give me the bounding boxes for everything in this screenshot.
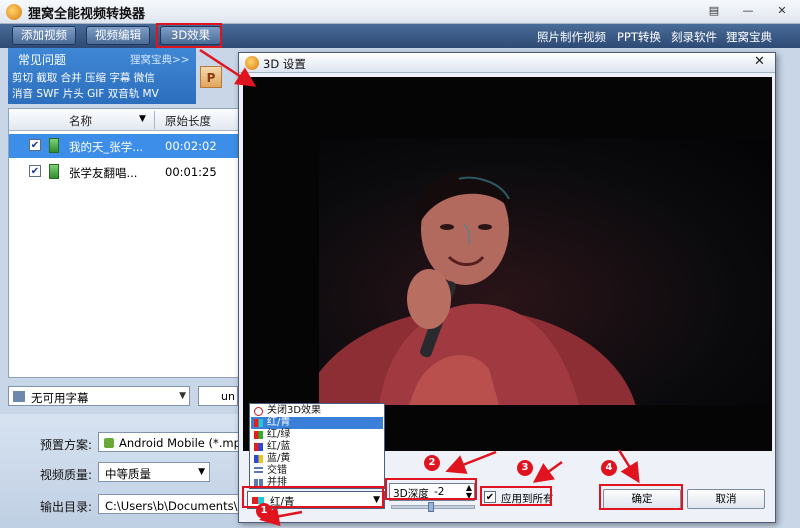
effect-option-label: 蓝/黄 <box>267 453 291 464</box>
toolbar: 添加视频 视频编辑 3D效果 照片制作视频 PPT转换 刻录软件 狸窝宝典 <box>0 24 800 48</box>
annotation-badge-2: 2 <box>424 455 440 471</box>
effect-option[interactable]: 红/绿 <box>251 429 383 441</box>
row-checkbox[interactable]: ✔ <box>29 139 41 151</box>
annotation-badge-4: 4 <box>601 460 617 476</box>
burn-software-link[interactable]: 刻录软件 <box>671 29 717 45</box>
effect-dropdown-list: 关闭3D效果 红/青 红/绿 红/蓝 蓝/黄 交错 并排 <box>249 403 385 489</box>
highlight-apply-all <box>480 486 552 506</box>
effect-option[interactable]: 关闭3D效果 <box>251 405 383 417</box>
chevron-down-icon: ▼ <box>198 467 205 477</box>
singer-illustration <box>319 172 636 405</box>
effect-option[interactable]: 红/蓝 <box>251 441 383 453</box>
chevron-down-icon: ▼ <box>179 391 186 401</box>
effect-option-label: 交错 <box>267 465 287 476</box>
list-header: 名称 ▼ 原始长度 <box>9 109 239 131</box>
column-divider <box>154 111 155 129</box>
disabled-icon <box>254 407 263 416</box>
audio-select[interactable]: un <box>198 386 238 406</box>
dialog-title: 3D 设置 <box>263 57 306 71</box>
effect-option[interactable]: 红/青 <box>251 417 383 429</box>
faq-more-link[interactable]: 狸窝宝典>> <box>130 52 190 67</box>
video-file-icon <box>49 164 59 179</box>
depth-slider[interactable] <box>391 502 475 512</box>
subtitle-select[interactable]: 无可用字幕 ▼ <box>8 386 190 406</box>
android-icon <box>104 438 114 448</box>
interlaced-icon <box>254 467 263 475</box>
row-checkbox[interactable]: ✔ <box>29 165 41 177</box>
ppt-convert-link[interactable]: PPT转换 <box>617 29 661 45</box>
close-icon[interactable]: ✕ <box>774 4 790 18</box>
3d-settings-dialog: 3D 设置 ✕ 关闭3D效果 红/青 红/绿 红/蓝 蓝/黄 交错 并排 红/青… <box>238 52 776 523</box>
list-item[interactable]: ✔ 张学友翻唱... 00:01:25 <box>9 160 239 184</box>
preset-label: 预置方案: <box>40 438 93 452</box>
red-green-glasses-icon <box>254 431 263 439</box>
faq-panel: 常见问题 狸窝宝典>> 剪切 截取 合并 压缩 字幕 微信 消音 SWF 片头 … <box>8 48 196 104</box>
quality-label: 视频质量: <box>40 468 93 482</box>
add-video-button[interactable]: 添加视频 <box>12 26 76 45</box>
highlight-3d-button <box>156 23 222 48</box>
menu-icon[interactable]: ▤ <box>706 4 722 18</box>
app-title: 狸窝全能视频转换器 <box>28 7 146 22</box>
ppt-icon[interactable]: P <box>200 66 222 88</box>
concert-frame <box>319 139 771 405</box>
background-panel <box>776 52 800 528</box>
title-bar: 狸窝全能视频转换器 ▤ — ✕ <box>0 0 800 24</box>
output-settings: 预置方案: Android Mobile (*.mp4) 视频质量: 中等质量 … <box>0 414 240 528</box>
liwo-guide-link[interactable]: 狸窝宝典 <box>726 29 772 45</box>
video-edit-button[interactable]: 视频编辑 <box>86 26 150 45</box>
column-length[interactable]: 原始长度 <box>165 113 211 129</box>
subtitle-value: 无可用字幕 <box>31 391 89 405</box>
blue-yellow-glasses-icon <box>254 455 263 463</box>
sort-arrow-icon: ▼ <box>139 114 146 124</box>
effect-option-label: 红/青 <box>267 417 291 428</box>
effect-option[interactable]: 交错 <box>251 465 383 477</box>
effect-option-label: 关闭3D效果 <box>267 405 322 416</box>
output-dir-field[interactable]: C:\Users\b\Documents\狸 <box>98 494 240 514</box>
red-cyan-glasses-icon <box>254 419 263 427</box>
minimize-icon[interactable]: — <box>740 4 756 18</box>
annotation-badge-1: 1 <box>256 503 272 519</box>
effect-option[interactable]: 蓝/黄 <box>251 453 383 465</box>
faq-title: 常见问题 <box>18 53 67 67</box>
photo-video-link[interactable]: 照片制作视频 <box>537 29 606 45</box>
slider-thumb[interactable] <box>428 502 434 512</box>
app-logo-icon <box>6 4 22 20</box>
row-length: 00:01:25 <box>165 165 217 179</box>
file-list: 名称 ▼ 原始长度 ✔ 我的天_张学... 00:02:02 ✔ 张学友翻唱..… <box>8 108 240 378</box>
preset-value: Android Mobile (*.mp4) <box>119 436 240 450</box>
red-blue-glasses-icon <box>254 443 263 451</box>
subtitle-icon <box>13 391 25 402</box>
cancel-button[interactable]: 取消 <box>687 489 765 509</box>
close-icon[interactable]: ✕ <box>754 54 765 69</box>
row-name: 我的天_张学... <box>69 140 144 154</box>
faq-links-row-2[interactable]: 消音 SWF 片头 GIF 双音轨 MV <box>12 86 159 101</box>
annotation-badge-3: 3 <box>517 460 533 476</box>
output-dir-label: 输出目录: <box>40 500 93 514</box>
effect-option-label: 红/绿 <box>267 429 291 440</box>
quality-value: 中等质量 <box>105 467 151 481</box>
row-length: 00:02:02 <box>165 139 217 153</box>
list-item[interactable]: ✔ 我的天_张学... 00:02:02 <box>9 134 239 158</box>
faq-links-row-1[interactable]: 剪切 截取 合并 压缩 字幕 微信 <box>12 70 155 85</box>
highlight-depth <box>385 478 477 500</box>
effect-option-label: 红/蓝 <box>267 441 291 452</box>
quality-select[interactable]: 中等质量 ▼ <box>98 462 210 482</box>
dialog-logo-icon <box>245 56 259 70</box>
dialog-title-bar: 3D 设置 ✕ <box>239 53 775 73</box>
highlight-ok <box>599 484 683 510</box>
preset-select[interactable]: Android Mobile (*.mp4) <box>98 432 240 452</box>
column-name[interactable]: 名称 <box>69 113 92 129</box>
row-name: 张学友翻唱... <box>69 166 138 180</box>
video-file-icon <box>49 138 59 153</box>
video-preview <box>243 77 772 451</box>
